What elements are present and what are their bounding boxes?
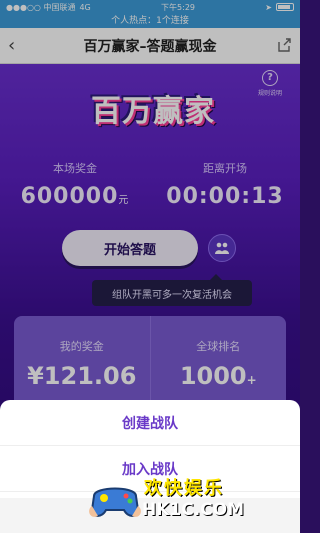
watermark: 欢快娱乐 HK1C.COM [88,470,298,532]
gamepad-icon [89,487,141,517]
create-team-button[interactable]: 创建战队 [0,400,300,446]
watermark-text: 欢快娱乐 [144,478,224,499]
watermark-url: HK1C.COM [142,500,245,520]
